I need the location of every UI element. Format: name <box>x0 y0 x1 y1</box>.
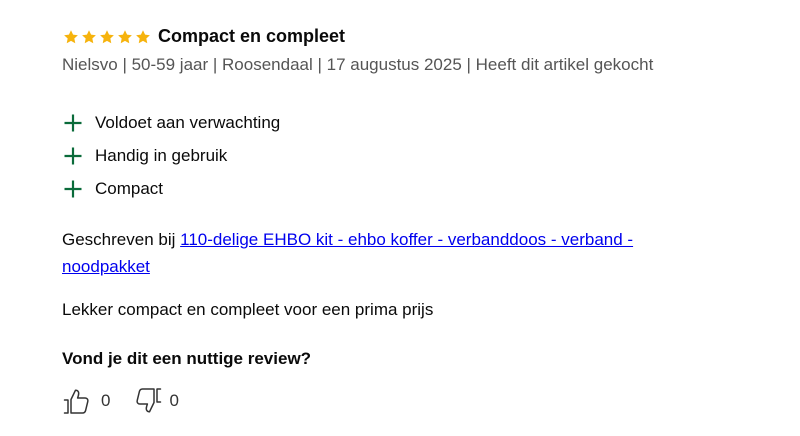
star-icon <box>82 29 96 43</box>
review-header: Compact en compleet <box>63 26 345 47</box>
review-card: Compact en compleet Nielsvo | 50-59 jaar… <box>0 0 800 436</box>
star-icon <box>100 29 114 43</box>
star-rating <box>63 29 151 45</box>
plus-icon <box>64 114 82 131</box>
pro-label: Voldoet aan verwachting <box>95 112 281 132</box>
written-for: Geschreven bij 110-delige EHBO kit - ehb… <box>62 226 722 280</box>
review-text: Lekker compact en compleet voor een prim… <box>62 300 434 319</box>
written-prefix: Geschreven bij <box>62 230 176 249</box>
pro-label: Handig in gebruik <box>95 145 228 165</box>
thumbs-up-icon <box>63 389 89 414</box>
helpful-count: 0 <box>101 391 111 410</box>
pro-item: Voldoet aan verwachting <box>63 106 280 139</box>
pro-item: Compact <box>63 172 280 205</box>
vote-controls: 0 0 <box>62 386 179 416</box>
pro-label: Compact <box>95 178 164 198</box>
pro-item: Handig in gebruik <box>63 139 280 172</box>
star-icon <box>64 29 78 43</box>
plus-icon <box>64 180 82 197</box>
thumbs-down-icon <box>136 388 162 413</box>
plus-icon <box>64 147 82 164</box>
review-meta: Nielsvo | 50-59 jaar | Roosendaal | 17 a… <box>62 55 654 74</box>
helpful-button[interactable]: 0 <box>62 386 110 416</box>
star-icon <box>118 29 132 43</box>
helpful-question: Vond je dit een nuttige review? <box>62 349 312 368</box>
review-title: Compact en compleet <box>158 26 346 46</box>
unhelpful-count: 0 <box>169 391 179 410</box>
star-icon <box>136 29 150 43</box>
pros-list: Voldoet aan verwachting Handig in gebrui… <box>63 106 280 205</box>
unhelpful-button[interactable]: 0 <box>133 386 179 416</box>
